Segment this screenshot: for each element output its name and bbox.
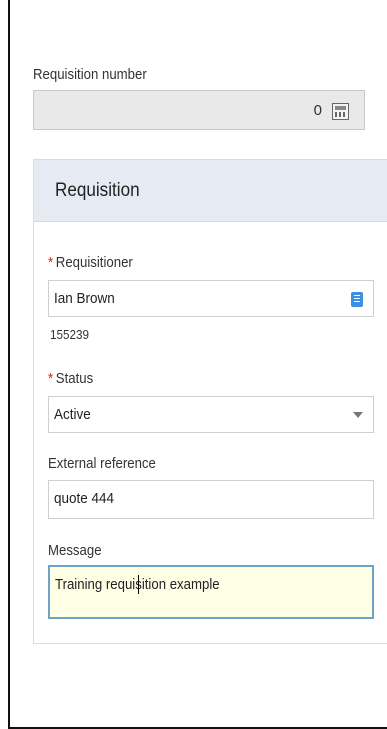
calculator-icon[interactable]: [332, 103, 349, 120]
external-reference-input[interactable]: quote 444: [48, 480, 374, 519]
requisitioner-label-row: * Requisitioner: [48, 254, 133, 272]
required-marker: *: [48, 254, 54, 271]
message-textarea[interactable]: Training requisition example: [48, 565, 374, 619]
requisitioner-value: Ian Brown: [54, 290, 115, 307]
external-reference-label: External reference: [48, 455, 156, 472]
requisition-panel-header: Requisition: [34, 160, 387, 222]
panel-title: Requisition: [55, 180, 140, 201]
message-label: Message: [48, 542, 102, 559]
chevron-down-icon[interactable]: [353, 412, 363, 418]
requisitioner-label: Requisitioner: [55, 254, 133, 271]
requisitioner-id-number: 155239: [50, 327, 90, 342]
window-frame-left-border: [8, 0, 10, 729]
requisition-number-field: 0: [33, 90, 365, 130]
status-label-row: * Status: [48, 370, 93, 388]
status-dropdown[interactable]: Active: [48, 396, 374, 433]
external-reference-value: quote 444: [54, 490, 115, 507]
status-value: Active: [54, 406, 91, 423]
requisition-number-label: Requisition number: [33, 66, 147, 83]
status-label: Status: [55, 370, 94, 387]
lookup-list-icon[interactable]: [351, 292, 363, 307]
required-marker: *: [48, 370, 54, 387]
requisitioner-field[interactable]: Ian Brown: [48, 280, 374, 317]
text-cursor: [138, 575, 139, 594]
requisition-number-value: 0: [313, 102, 322, 119]
